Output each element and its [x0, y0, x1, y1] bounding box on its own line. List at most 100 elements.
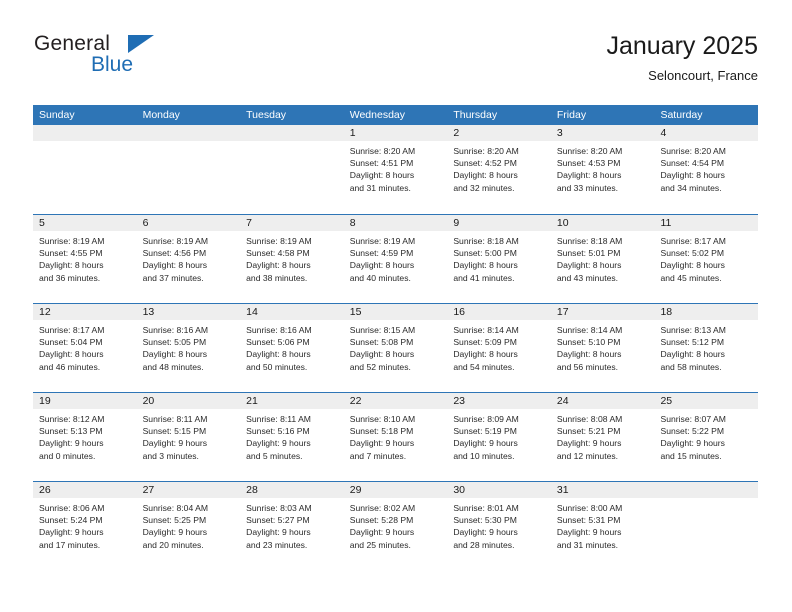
- calendar-page: General Blue January 2025 Seloncourt, Fr…: [0, 0, 792, 612]
- day-sun-info: Sunrise: 8:14 AM Sunset: 5:09 PM Daylight:…: [447, 320, 551, 373]
- day-cell-empty: [136, 125, 241, 214]
- daylight-text-line1: Daylight: 8 hours: [453, 260, 518, 271]
- sunrise-text: Sunrise: 8:09 AM: [453, 414, 519, 424]
- day-number: 17: [550, 304, 655, 320]
- day-number: 2: [447, 125, 551, 141]
- daylight-text-line2: and 3 minutes.: [142, 450, 199, 461]
- day-number: 20: [136, 393, 241, 409]
- location-subtitle: Seloncourt, France: [648, 68, 758, 83]
- daylight-text-line2: and 43 minutes.: [556, 272, 619, 283]
- day-cell-4[interactable]: 4 Sunrise: 8:20 AM Sunset: 4:54 PM Daylight…: [654, 125, 759, 214]
- daylight-text-line2: and 17 minutes.: [39, 539, 101, 550]
- daylight-text-line2: and 5 minutes.: [246, 450, 303, 461]
- daylight-text-line2: and 37 minutes.: [142, 272, 204, 283]
- day-cell-18[interactable]: 18 Sunrise: 8:13 AM Sunset: 5:12 PM Dayligh…: [654, 304, 759, 392]
- day-number: 5: [33, 215, 137, 231]
- sunrise-text: Sunrise: 8:20 AM: [556, 146, 623, 156]
- day-cell-10[interactable]: 10 Sunrise: 8:18 AM Sunset: 5:01 PM Dayligh…: [550, 215, 655, 303]
- daylight-text-line2: and 41 minutes.: [453, 272, 515, 283]
- sunset-text: Sunset: 5:16 PM: [246, 426, 310, 437]
- sunset-text: Sunset: 4:58 PM: [246, 248, 310, 259]
- sunrise-text: Sunrise: 8:14 AM: [556, 325, 623, 335]
- sunset-text: Sunset: 5:24 PM: [39, 515, 103, 526]
- sunset-text: Sunset: 5:10 PM: [556, 337, 621, 348]
- weekday-header-thursday: Thursday: [453, 109, 498, 121]
- day-cell-30[interactable]: 30 Sunrise: 8:01 AM Sunset: 5:30 PM Dayligh…: [447, 482, 551, 570]
- sunrise-text: Sunrise: 8:07 AM: [660, 414, 726, 424]
- day-sun-info: Sunrise: 8:19 AM Sunset: 4:56 PM Daylight:…: [137, 231, 241, 284]
- day-cell-1[interactable]: 1 Sunrise: 8:20 AM Sunset: 4:51 PM Daylight…: [343, 125, 448, 214]
- day-cell-14[interactable]: 14 Sunrise: 8:16 AM Sunset: 5:06 PM Dayligh…: [240, 304, 344, 392]
- daylight-text-line1: Daylight: 9 hours: [660, 438, 725, 449]
- day-cell-24[interactable]: 24 Sunrise: 8:08 AM Sunset: 5:21 PM Dayligh…: [550, 393, 655, 481]
- day-sun-info: Sunrise: 8:18 AM Sunset: 5:00 PM Daylight:…: [447, 231, 551, 284]
- day-cell-7[interactable]: 7 Sunrise: 8:19 AM Sunset: 4:58 PM Daylight…: [240, 215, 344, 303]
- day-cell-23[interactable]: 23 Sunrise: 8:09 AM Sunset: 5:19 PM Dayligh…: [447, 393, 551, 481]
- day-sun-info: Sunrise: 8:19 AM Sunset: 4:55 PM Daylight:…: [33, 231, 137, 284]
- sunset-text: Sunset: 5:06 PM: [246, 337, 310, 348]
- daylight-text-line1: Daylight: 8 hours: [453, 170, 518, 181]
- day-number: 8: [343, 215, 448, 231]
- calendar-grid: Sunday Monday Tuesday Wednesday Thursday Frid…: [33, 105, 759, 570]
- day-cell-9[interactable]: 9 Sunrise: 8:18 AM Sunset: 5:00 PM Daylight…: [447, 215, 551, 303]
- sunrise-text: Sunrise: 8:15 AM: [349, 325, 416, 335]
- day-cell-31[interactable]: 31 Sunrise: 8:00 AM Sunset: 5:31 PM Dayligh…: [550, 482, 655, 570]
- day-cell-21[interactable]: 21 Sunrise: 8:11 AM Sunset: 5:16 PM Dayligh…: [240, 393, 344, 481]
- day-number: [136, 125, 241, 141]
- day-cell-22[interactable]: 22 Sunrise: 8:10 AM Sunset: 5:18 PM Dayligh…: [343, 393, 448, 481]
- daylight-text-line2: and 31 minutes.: [556, 539, 619, 550]
- sunset-text: Sunset: 4:59 PM: [349, 248, 414, 259]
- daylight-text-line1: Daylight: 8 hours: [246, 260, 311, 271]
- day-sun-info: Sunrise: 8:18 AM Sunset: 5:01 PM Daylight:…: [551, 231, 655, 284]
- day-sun-info: Sunrise: 8:16 AM Sunset: 5:06 PM Daylight:…: [240, 320, 344, 373]
- daylight-text-line1: Daylight: 9 hours: [349, 527, 415, 538]
- day-cell-5[interactable]: 5 Sunrise: 8:19 AM Sunset: 4:55 PM Daylight…: [33, 215, 137, 303]
- day-cell-15[interactable]: 15 Sunrise: 8:15 AM Sunset: 5:08 PM Dayligh…: [343, 304, 448, 392]
- sunset-text: Sunset: 5:02 PM: [660, 248, 725, 259]
- daylight-text-line2: and 10 minutes.: [453, 450, 515, 461]
- sunset-text: Sunset: 5:00 PM: [453, 248, 517, 259]
- day-cell-29[interactable]: 29 Sunrise: 8:02 AM Sunset: 5:28 PM Dayligh…: [343, 482, 448, 570]
- sunrise-text: Sunrise: 8:00 AM: [556, 503, 623, 513]
- day-number: 15: [343, 304, 448, 320]
- daylight-text-line2: and 32 minutes.: [453, 182, 515, 193]
- day-cell-20[interactable]: 20 Sunrise: 8:11 AM Sunset: 5:15 PM Dayligh…: [136, 393, 241, 481]
- daylight-text-line2: and 50 minutes.: [246, 361, 308, 372]
- day-cell-13[interactable]: 13 Sunrise: 8:16 AM Sunset: 5:05 PM Dayligh…: [136, 304, 241, 392]
- daylight-text-line2: and 56 minutes.: [556, 361, 619, 372]
- day-cell-2[interactable]: 2 Sunrise: 8:20 AM Sunset: 4:52 PM Daylight…: [447, 125, 551, 214]
- day-number: 18: [654, 304, 759, 320]
- calendar-week-row: 26 Sunrise: 8:06 AM Sunset: 5:24 PM Dayligh…: [33, 481, 759, 570]
- day-sun-info: Sunrise: 8:20 AM Sunset: 4:52 PM Daylight:…: [447, 141, 551, 194]
- sunset-text: Sunset: 4:51 PM: [349, 158, 414, 169]
- sunset-text: Sunset: 5:13 PM: [39, 426, 103, 437]
- daylight-text-line1: Daylight: 9 hours: [246, 527, 311, 538]
- daylight-text-line1: Daylight: 9 hours: [142, 438, 208, 449]
- day-cell-27[interactable]: 27 Sunrise: 8:04 AM Sunset: 5:25 PM Dayligh…: [136, 482, 241, 570]
- day-number: 27: [136, 482, 241, 498]
- day-number: 16: [447, 304, 551, 320]
- day-cell-25[interactable]: 25 Sunrise: 8:07 AM Sunset: 5:22 PM Dayligh…: [654, 393, 759, 481]
- sunset-text: Sunset: 4:53 PM: [556, 158, 621, 169]
- day-cell-16[interactable]: 16 Sunrise: 8:14 AM Sunset: 5:09 PM Dayligh…: [447, 304, 551, 392]
- day-cell-26[interactable]: 26 Sunrise: 8:06 AM Sunset: 5:24 PM Dayligh…: [33, 482, 137, 570]
- day-sun-info: Sunrise: 8:04 AM Sunset: 5:25 PM Daylight:…: [137, 498, 241, 551]
- daylight-text-line1: Daylight: 8 hours: [556, 349, 622, 360]
- page-title: January 2025: [606, 32, 758, 60]
- daylight-text-line1: Daylight: 9 hours: [556, 527, 622, 538]
- daylight-text-line2: and 54 minutes.: [453, 361, 515, 372]
- day-cell-8[interactable]: 8 Sunrise: 8:19 AM Sunset: 4:59 PM Daylight…: [343, 215, 448, 303]
- daylight-text-line2: and 20 minutes.: [142, 539, 204, 550]
- day-cell-17[interactable]: 17 Sunrise: 8:14 AM Sunset: 5:10 PM Dayligh…: [550, 304, 655, 392]
- day-sun-info: Sunrise: 8:15 AM Sunset: 5:08 PM Daylight:…: [344, 320, 448, 373]
- sunrise-text: Sunrise: 8:17 AM: [39, 325, 105, 335]
- day-cell-28[interactable]: 28 Sunrise: 8:03 AM Sunset: 5:27 PM Dayligh…: [240, 482, 344, 570]
- daylight-text-line1: Daylight: 9 hours: [246, 438, 311, 449]
- sunset-text: Sunset: 4:55 PM: [39, 248, 103, 259]
- day-cell-19[interactable]: 19 Sunrise: 8:12 AM Sunset: 5:13 PM Dayligh…: [33, 393, 137, 481]
- day-cell-6[interactable]: 6 Sunrise: 8:19 AM Sunset: 4:56 PM Daylight…: [136, 215, 241, 303]
- day-cell-12[interactable]: 12 Sunrise: 8:17 AM Sunset: 5:04 PM Dayligh…: [33, 304, 137, 392]
- day-cell-3[interactable]: 3 Sunrise: 8:20 AM Sunset: 4:53 PM Daylight…: [550, 125, 655, 214]
- general-blue-logo[interactable]: General Blue: [33, 32, 223, 88]
- day-cell-11[interactable]: 11 Sunrise: 8:17 AM Sunset: 5:02 PM Dayligh…: [654, 215, 759, 303]
